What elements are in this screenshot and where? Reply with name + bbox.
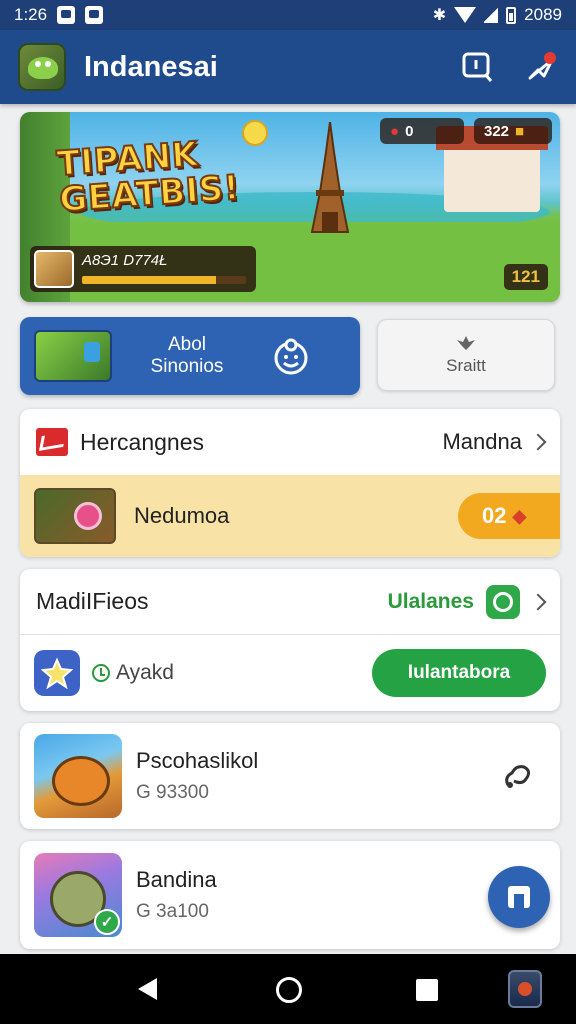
tower-illustration [310, 122, 350, 233]
section-card-2: MadiIFieos Ulalanes Ayakd Iulantabora [20, 569, 560, 711]
game-count: G 3a100 [136, 901, 209, 922]
secondary-action-label: Sraitt [446, 356, 486, 375]
section2-status: Ulalanes [387, 589, 474, 613]
app-shortcut-icon[interactable] [508, 970, 542, 1008]
primary-action-label: Abol Sinonios [150, 334, 224, 377]
signal-icon [484, 7, 499, 23]
house-illustration [436, 126, 548, 212]
featured-thumbnail [34, 488, 116, 544]
player-text: A8Э1 D774Ł [82, 252, 168, 269]
search-button[interactable] [460, 50, 494, 84]
player-panel: A8Э1 D774Ł [30, 246, 256, 292]
app-bar: Indanesai [0, 30, 576, 104]
notification-icon [57, 6, 76, 24]
search-icon [462, 52, 493, 82]
star-icon [41, 657, 73, 689]
primary-action-button[interactable]: Abol Sinonios [20, 317, 360, 395]
xp-progress-fill [82, 276, 217, 284]
section-card-1: Hercangnes Mandna Nedumoa 02 ◆ [20, 409, 560, 557]
save-icon [508, 886, 530, 908]
floating-action-button[interactable] [488, 866, 550, 928]
status-bar: 1:26 ✱ 2089 [0, 0, 576, 30]
coin-icon: ■ [515, 122, 525, 140]
back-icon[interactable] [138, 978, 157, 1000]
bluetooth-icon: ✱ [432, 7, 447, 24]
trending-icon [36, 428, 68, 456]
featured-badge[interactable]: 02 ◆ [458, 493, 560, 539]
boost-button[interactable] [524, 50, 558, 84]
banner-headline: TIPANK GEATBIS! [55, 134, 242, 222]
recents-icon[interactable] [416, 979, 438, 1001]
home-icon[interactable] [276, 977, 302, 1003]
section1-link[interactable]: Mandna [442, 429, 522, 455]
status-right-text: 2089 [524, 5, 562, 24]
game-name: Pscohaslikol [136, 748, 259, 773]
gem-icon: ◆ [512, 505, 527, 526]
primary-action-thumbnail [34, 330, 112, 382]
secondary-action-button[interactable]: Sraitt [377, 319, 555, 391]
promo-banner[interactable]: TIPANK GEATBIS! ● 0 322 ■ A8Э1 D774Ł 121 [20, 112, 560, 302]
game-card-1[interactable]: Pscohaslikol G 93300 [20, 723, 560, 829]
section1-title: Hercangnes [80, 428, 205, 455]
game-thumbnail [34, 734, 122, 818]
level-badge: 121 [503, 264, 548, 290]
section1-header[interactable]: Hercangnes Mandna [20, 409, 560, 475]
heart-icon: ● [390, 122, 400, 140]
notification-icon-2 [85, 6, 104, 24]
status-icon [486, 584, 520, 619]
list-item[interactable]: Ayakd Iulantabora [20, 635, 560, 711]
clock-icon [92, 664, 110, 682]
battery-icon [506, 6, 517, 24]
leaf-icon [457, 336, 475, 350]
share-icon[interactable] [500, 759, 534, 793]
star-app-icon [34, 650, 80, 696]
featured-label: Nedumoa [134, 503, 230, 528]
install-button[interactable]: Iulantabora [372, 649, 546, 697]
row-label: Ayakd [116, 661, 174, 684]
rocket-icon [528, 52, 556, 80]
app-logo [18, 43, 66, 91]
system-nav-bar [0, 954, 576, 1024]
game-name: Bandina [136, 867, 217, 892]
wifi-icon [454, 7, 477, 23]
chevron-right-icon[interactable] [529, 433, 547, 451]
chevron-right-icon[interactable] [529, 593, 547, 610]
xp-progress-bar [82, 276, 246, 284]
stat-pill-left: ● 0 [380, 118, 464, 144]
status-time: 1:26 [14, 5, 48, 24]
game-count: G 93300 [136, 782, 209, 803]
featured-item[interactable]: Nedumoa 02 ◆ [20, 475, 560, 557]
game-thumbnail: ✓ [34, 853, 122, 937]
player-avatar [34, 250, 74, 288]
game-card-2[interactable]: ✓ Bandina G 3a100 [20, 841, 560, 949]
check-icon: ✓ [94, 909, 120, 935]
section2-title: MadiIFieos [36, 588, 149, 614]
sun-icon [242, 120, 268, 146]
smile-icon [274, 338, 308, 375]
section2-header[interactable]: MadiIFieos Ulalanes [20, 569, 560, 635]
stat-pill-right: 322 ■ [474, 118, 552, 144]
app-title: Indanesai [84, 50, 218, 83]
